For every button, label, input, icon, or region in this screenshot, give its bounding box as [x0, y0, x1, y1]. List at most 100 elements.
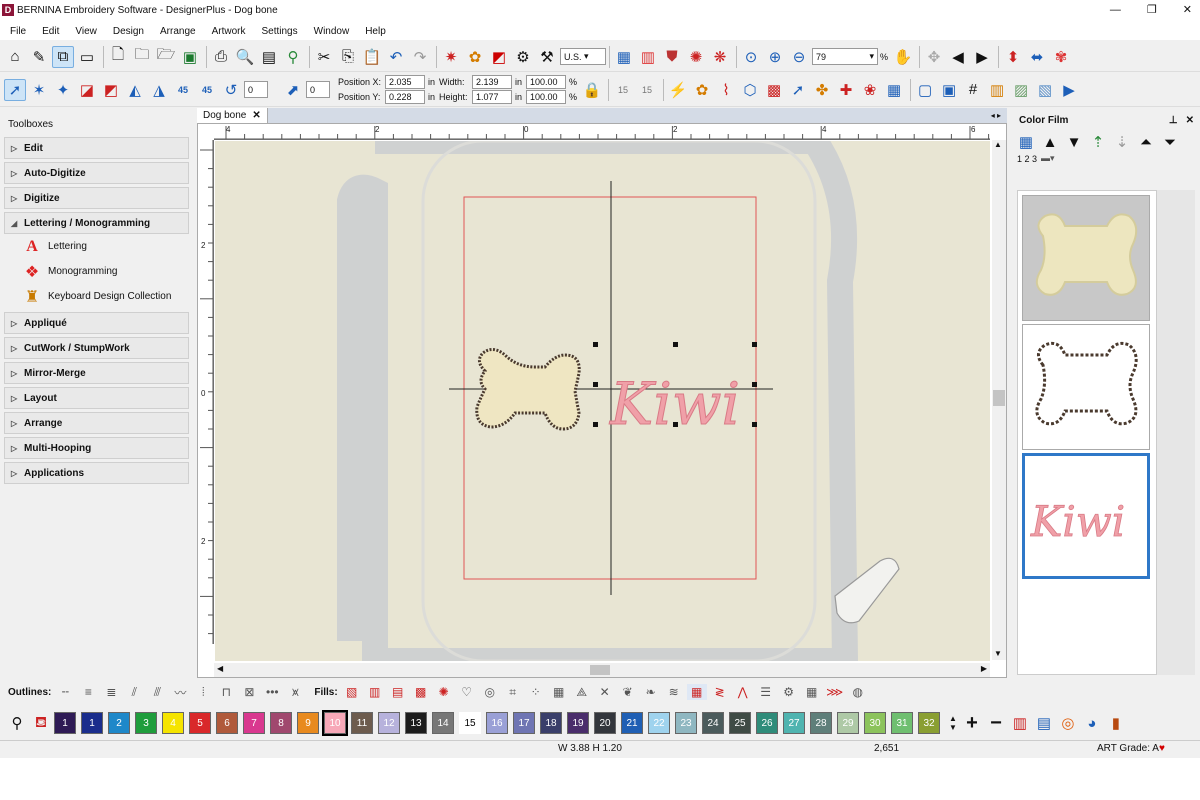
minimize-button[interactable]: — — [1110, 0, 1121, 20]
width-input[interactable]: 2.139 — [472, 75, 513, 89]
color-swatch[interactable]: 12 — [378, 712, 400, 734]
fabric-icon[interactable]: ▧ — [1034, 79, 1056, 101]
hoop-grid-icon[interactable]: ▣ — [938, 79, 960, 101]
background-icon[interactable]: ▨ — [1010, 79, 1032, 101]
color-film-scrollbar[interactable] — [1157, 190, 1195, 675]
fill-grid-icon[interactable]: ▦ — [549, 684, 569, 700]
menu-edit[interactable]: Edit — [42, 26, 59, 37]
tools-icon[interactable]: ⚒ — [536, 46, 558, 68]
outline-cross-icon[interactable]: ⊠ — [239, 684, 259, 700]
rotate-angle-icon[interactable]: ↺ — [220, 79, 242, 101]
color-swatch[interactable]: 20 — [594, 712, 616, 734]
rotate-angle-input[interactable]: 0 — [244, 81, 268, 98]
scroll-up-icon[interactable]: ▲ — [994, 140, 1002, 149]
fill-pattern-icon[interactable]: ▩ — [763, 79, 785, 101]
color-swatch[interactable]: 27 — [783, 712, 805, 734]
fill-radial-icon[interactable]: ✺ — [434, 684, 454, 700]
menu-design[interactable]: Design — [113, 26, 144, 37]
color-ring-icon[interactable]: ◎ — [1057, 712, 1079, 734]
show-bitmap-icon[interactable]: ◩ — [488, 46, 510, 68]
reshape-icon[interactable]: ✶ — [28, 79, 50, 101]
toolbox-arrange[interactable]: ▷ Arrange — [4, 412, 189, 434]
export-machine-icon[interactable]: ▤ — [258, 46, 280, 68]
outline-zigzag-icon[interactable]: 〰 — [170, 684, 190, 700]
toolbox-layout[interactable]: ▷ Layout — [4, 387, 189, 409]
toolbox-digitize[interactable]: ▷ Digitize — [4, 187, 189, 209]
design-properties-icon[interactable]: ⚙ — [512, 46, 534, 68]
color-swatch[interactable]: 9 — [297, 712, 319, 734]
pin-icon[interactable]: ⊥ — [1169, 115, 1178, 126]
rotate-cw-icon[interactable]: 45 — [196, 79, 218, 101]
fill-satin-icon[interactable]: ▥ — [365, 684, 385, 700]
fill-triangle-icon[interactable]: ⟁ — [572, 684, 592, 700]
select-arrow-icon[interactable]: ➚ — [4, 78, 26, 101]
add-color-icon[interactable]: + — [961, 712, 983, 734]
color-sequence-icon[interactable]: ⬍ — [1002, 46, 1024, 68]
color-swatch[interactable]: 25 — [729, 712, 751, 734]
home-icon[interactable]: ⌂ — [4, 46, 26, 68]
mirror-horizontal-icon[interactable]: ◭ — [124, 79, 146, 101]
move-bottom-icon[interactable]: ⇣ — [1111, 131, 1133, 153]
menu-arrange[interactable]: Arrange — [160, 26, 196, 37]
embroidery-canvas-icon[interactable]: ✎ — [28, 46, 50, 68]
write-usb-icon[interactable]: ⚲ — [282, 46, 304, 68]
fill-contour-icon[interactable]: ◎ — [480, 684, 500, 700]
menu-window[interactable]: Window — [314, 26, 350, 37]
grid-fill-icon[interactable]: ▦ — [883, 79, 905, 101]
show-objects-icon[interactable]: ✿ — [464, 46, 486, 68]
new-file-icon[interactable]: 🗋 — [107, 46, 129, 68]
color-film-item-selected[interactable]: Kiwi — [1022, 453, 1150, 579]
flower-outline-icon[interactable]: ✿ — [691, 79, 713, 101]
color-swatch[interactable]: 1 — [54, 712, 76, 734]
menu-file[interactable]: File — [10, 26, 26, 37]
copy-icon[interactable]: ⎘ — [337, 46, 359, 68]
toolbox-cutwork-stumpwork[interactable]: ▷ CutWork / StumpWork — [4, 337, 189, 359]
colorwheel-icon[interactable]: ▤ — [1033, 712, 1055, 734]
fill-celtic-icon[interactable]: ❦ — [618, 684, 638, 700]
color-swatch[interactable]: 13 — [405, 712, 427, 734]
color-swatch[interactable]: 29 — [837, 712, 859, 734]
open-recent-icon[interactable]: 🗁 — [155, 46, 177, 68]
cross-stitch-icon[interactable]: ✚ — [835, 79, 857, 101]
stitch-player-icon[interactable]: ▶ — [1058, 79, 1080, 101]
sequence-icon[interactable]: ▬▾ — [1041, 153, 1055, 164]
toolbox-applications[interactable]: ▷ Applications — [4, 462, 189, 484]
fill-xx-icon[interactable]: ✕ — [595, 684, 615, 700]
paint-bucket-icon[interactable]: ⛾ — [30, 712, 52, 734]
fill-gear-icon[interactable]: ⚙ — [779, 684, 799, 700]
shapes-icon[interactable]: ✤ — [811, 79, 833, 101]
show-hoop-icon[interactable]: ▦ — [613, 46, 635, 68]
toolbox-auto-digitize[interactable]: ▷ Auto-Digitize — [4, 162, 189, 184]
fill-step-icon[interactable]: ▧ — [342, 684, 362, 700]
close-button[interactable]: ✕ — [1183, 0, 1192, 20]
color-swatch[interactable]: 30 — [864, 712, 886, 734]
effects-icon[interactable]: ✺ — [685, 46, 707, 68]
lock-proportions-icon[interactable]: 🔒 — [581, 79, 603, 101]
fill-globe-icon[interactable]: ◍ — [848, 684, 868, 700]
vertical-scrollbar[interactable]: ▲ ▼ — [992, 140, 1006, 660]
thread-chart-icon[interactable]: ▥ — [1009, 712, 1031, 734]
tab-scroll-arrows-icon[interactable]: ◂ ▸ — [991, 111, 1001, 120]
color-swatch[interactable]: 15 — [459, 712, 481, 734]
pattern-icon[interactable]: ❋ — [709, 46, 731, 68]
color-swatch[interactable]: 28 — [810, 712, 832, 734]
move-last-icon[interactable]: ⏷ — [1159, 131, 1181, 153]
toolbox-mirror-merge[interactable]: ▷ Mirror-Merge — [4, 362, 189, 384]
color-swatch[interactable]: 14 — [432, 712, 454, 734]
motif-icon[interactable]: ❀ — [859, 79, 881, 101]
toolbox-edit[interactable]: ▷ Edit — [4, 137, 189, 159]
print-preview-icon[interactable]: 🔍 — [234, 46, 256, 68]
grid-icon[interactable]: # — [962, 79, 984, 101]
save-icon[interactable]: ▣ — [179, 46, 201, 68]
slant-icon[interactable]: ⬈ — [282, 79, 304, 101]
pointer-red-icon[interactable]: ➚ — [787, 79, 809, 101]
dog-bone-embroidery[interactable] — [475, 348, 581, 431]
fill-weave-icon[interactable]: ▦ — [802, 684, 822, 700]
color-swatch[interactable]: 18 — [540, 712, 562, 734]
fill-wave-icon[interactable]: ≋ — [664, 684, 684, 700]
previous-object-icon[interactable]: ◀ — [947, 46, 969, 68]
color-swatch[interactable]: 23 — [675, 712, 697, 734]
zoom-out-icon[interactable]: ⊖ — [788, 46, 810, 68]
color-swatch[interactable]: 6 — [216, 712, 238, 734]
color-film-item[interactable] — [1022, 324, 1150, 450]
